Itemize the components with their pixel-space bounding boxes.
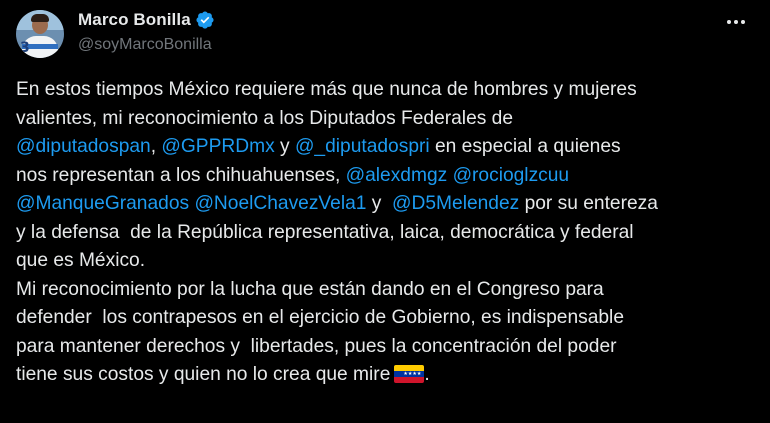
author-handle[interactable]: @soyMarcoBonilla bbox=[78, 36, 212, 54]
tweet-line: y la defensa de la República representat… bbox=[16, 219, 756, 248]
tweet-text-segment: , bbox=[150, 136, 162, 157]
author-name-row: Marco Bonilla bbox=[78, 10, 215, 30]
tweet-line: valientes, mi reconocimiento a los Diput… bbox=[16, 105, 756, 134]
author-display-name[interactable]: Marco Bonilla bbox=[78, 10, 191, 30]
tweet-line: tiene sus costos y quien no lo crea que … bbox=[16, 361, 756, 390]
mention-link[interactable]: @rocioglzcuu bbox=[453, 165, 570, 186]
mention-link[interactable]: @GPPRDmx bbox=[161, 136, 274, 157]
mention-link[interactable]: @diputadospan bbox=[16, 136, 151, 157]
tweet-line: Mi reconocimiento por la lucha que están… bbox=[16, 276, 756, 305]
tweet-text-segment: . bbox=[424, 364, 430, 385]
more-options-icon[interactable] bbox=[722, 12, 750, 32]
avatar[interactable]: 3 bbox=[16, 10, 64, 58]
tweet-text-segment: por su entereza bbox=[519, 193, 658, 214]
tweet-line: nos representan a los chihuahuenses, @al… bbox=[16, 162, 756, 191]
venezuela-flag-icon: ★★★★ bbox=[394, 365, 425, 383]
tweet-line: @diputadospan, @GPPRDmx y @_diputadospri… bbox=[16, 133, 756, 162]
tweet-text-segment: para mantener derechos y libertades, pue… bbox=[16, 335, 617, 357]
tweet-text-segment: Mi reconocimiento por la lucha que están… bbox=[16, 278, 604, 300]
avatar-jersey-number: 3 bbox=[20, 40, 30, 56]
tweet-header: 3 Marco Bonilla @soyMarcoBonilla bbox=[16, 8, 754, 60]
tweet-line: defender los contrapesos en el ejercicio… bbox=[16, 304, 756, 333]
tweet-text-segment: y bbox=[366, 193, 393, 214]
tweet-text-segment: En estos tiempos México requiere más que… bbox=[16, 79, 637, 100]
tweet-text-segment: defender los contrapesos en el ejercicio… bbox=[16, 307, 624, 328]
mention-link[interactable]: @ManqueGranados bbox=[16, 193, 189, 214]
mention-link[interactable]: @alexdmgz bbox=[346, 165, 448, 186]
mention-link[interactable]: @_diputadospri bbox=[295, 136, 430, 157]
tweet-text-segment: nos representan a los chihuahuenses, bbox=[16, 164, 346, 186]
mention-link[interactable]: @D5Melendez bbox=[392, 193, 519, 214]
tweet-line: para mantener derechos y libertades, pue… bbox=[16, 333, 756, 362]
tweet-line: que es México. bbox=[16, 247, 756, 276]
tweet-text: En estos tiempos México requiere más que… bbox=[16, 76, 756, 390]
tweet-line: En estos tiempos México requiere más que… bbox=[16, 76, 756, 105]
tweet-text-segment: que es México. bbox=[16, 250, 146, 271]
tweet-text-segment: tiene sus costos y quien no lo crea que … bbox=[16, 364, 391, 385]
tweet-text-segment: y la defensa de la República representat… bbox=[16, 221, 634, 243]
verified-badge-icon[interactable] bbox=[195, 10, 215, 30]
tweet-text-segment: valientes, mi reconocimiento a los Diput… bbox=[16, 107, 514, 129]
mention-link[interactable]: @NoelChavezVela1 bbox=[194, 193, 366, 214]
tweet-line: @ManqueGranados @NoelChavezVela1 y @D5Me… bbox=[16, 190, 756, 219]
tweet-text-segment: en especial a quienes bbox=[429, 136, 621, 157]
tweet-text-segment: y bbox=[274, 136, 295, 157]
